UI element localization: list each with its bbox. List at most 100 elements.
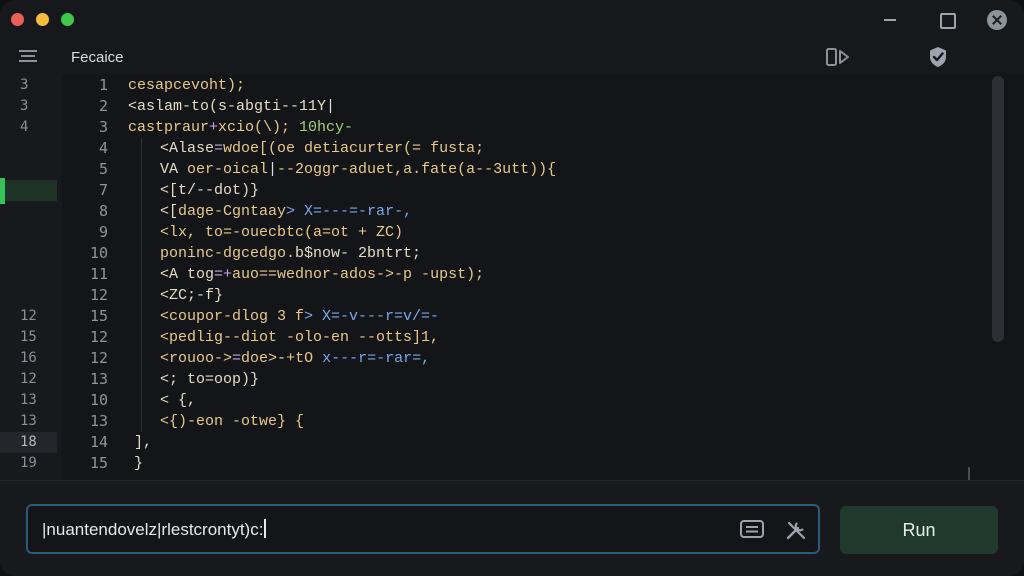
code-token: <ZC;-f} [160, 287, 224, 304]
gutter-marker[interactable]: 13 [0, 411, 57, 432]
gutter-marker[interactable]: 19 [0, 453, 57, 474]
line-number: 11 [89, 265, 108, 283]
code-line[interactable]: <lx, to=-ouecbtc(a=ot + ZC) [160, 222, 403, 243]
tools-icon[interactable] [785, 519, 807, 541]
code-token: = [232, 350, 242, 367]
gutter-marker[interactable]: 4 [0, 117, 57, 138]
gutter-marker[interactable]: 18 [0, 432, 57, 453]
document-icon[interactable] [740, 520, 764, 538]
code-token: poninc-dgcedgo. [160, 245, 296, 262]
close-window-button[interactable] [11, 13, 24, 26]
code-token: <lx, to=-ouecbtc(a=ot + ZC) [160, 224, 404, 241]
gutter-marker[interactable] [0, 285, 57, 306]
code-token: | [268, 161, 278, 178]
code-line[interactable]: < {, [160, 390, 196, 411]
code-token: <coupor-dlog 3 f [160, 308, 305, 325]
code-token: <rouoo-> [160, 350, 233, 367]
line-number: 13 [89, 370, 108, 388]
minimize-icon[interactable] [880, 10, 900, 30]
code-line[interactable]: } [134, 453, 143, 474]
code-line[interactable]: castpraur+xcio(\); 10hcy- [128, 117, 353, 138]
line-number: 7 [98, 181, 108, 199]
code-line[interactable]: poninc-dgcedgo.b$now- 2bntrt; [160, 243, 421, 264]
code-token: = [214, 140, 224, 157]
code-line[interactable]: cesapcevoht); [128, 75, 245, 96]
line-number: 2 [98, 97, 108, 115]
gutter-marker[interactable] [0, 222, 57, 243]
split-view-icon[interactable] [826, 47, 850, 67]
scrollbar-thumb[interactable] [992, 76, 1004, 342]
code-token: <[t/--dot)} [160, 182, 260, 199]
minimize-window-button[interactable] [36, 13, 49, 26]
code-token: oer-oical [187, 161, 269, 178]
line-number: 9 [98, 223, 108, 241]
gutter-marker[interactable] [0, 138, 57, 159]
code-token: <A tog [160, 266, 215, 283]
code-token: --2oggr-aduet,a.fate(a--3utt)){ [277, 161, 557, 178]
gutter-marker[interactable] [0, 243, 57, 264]
code-line[interactable]: ], [134, 432, 152, 453]
gutter-marker[interactable]: 13 [0, 390, 57, 411]
editor-window: Fecaice 3 3 4 12 15 16 12 13 13 18 19 1 2 3 4 5 7 8 9 10 11… [0, 0, 1024, 576]
gutter-marker[interactable] [0, 201, 57, 222]
maximize-icon[interactable] [937, 10, 957, 30]
code-token: doe> [241, 350, 278, 367]
gutter-marker[interactable] [0, 180, 57, 201]
line-number: 12 [89, 286, 108, 304]
gutter-marker[interactable]: 16 [0, 348, 57, 369]
code-line[interactable]: <; to=oop)} [160, 369, 259, 390]
menu-icon[interactable] [19, 50, 37, 64]
code-line[interactable]: <ZC;-f} [160, 285, 223, 306]
file-title: Fecaice [71, 49, 124, 66]
run-button[interactable]: Run [840, 506, 998, 554]
code-line[interactable]: <A tog=+auo==wednor-ados->-p -upst); [160, 264, 484, 285]
code-token: b$now- 2bntrt; [295, 245, 422, 262]
text-cursor [264, 519, 267, 538]
line-number: 14 [89, 433, 108, 451]
close-icon[interactable] [987, 10, 1007, 30]
command-input[interactable]: |nuantendovelz|rlestcrontyt)c: [26, 504, 820, 554]
code-line[interactable]: <[dage-Cgntaay> X=---=-rar-, [160, 201, 412, 222]
gutter-marker[interactable]: 3 [0, 96, 57, 117]
code-token: x---r=-rar=, [322, 350, 431, 367]
editor-scrollbar[interactable] [990, 74, 1006, 478]
code-line[interactable]: <aslam-to(s-abgti--11Y| [128, 96, 335, 117]
code-line[interactable]: <Alase=wdoe[(oe detiacurter(= fusta; [160, 138, 484, 159]
code-line[interactable]: <rouoo->=doe>-+tO x---r=-rar=, [160, 348, 430, 369]
code-token: } [134, 455, 144, 472]
toolbar: Fecaice [0, 40, 1024, 74]
code-token: > X=-v---r=v/=- [304, 308, 440, 325]
gutter-marker[interactable]: 15 [0, 327, 57, 348]
gutter-marker[interactable]: 3 [0, 75, 57, 96]
code-token: < {, [160, 392, 197, 409]
code-token: + [209, 119, 219, 136]
indent-guide [141, 138, 142, 432]
line-number: 15 [89, 307, 108, 325]
code-token: dage-Cgntaay [178, 203, 287, 220]
code-editor[interactable]: 3 3 4 12 15 16 12 13 13 18 19 1 2 3 4 5 7 8 9 10 11 12 15 12 12… [0, 74, 1024, 480]
gutter-marker[interactable] [0, 264, 57, 285]
code-token: 10hcy- [299, 119, 354, 136]
line-number: 13 [89, 412, 108, 430]
gutter-marker[interactable] [0, 159, 57, 180]
code-line[interactable]: <pedlig--diot -olo-en --otts]1, [160, 327, 439, 348]
code-line[interactable]: <coupor-dlog 3 f> X=-v---r=v/=- [160, 306, 439, 327]
code-token: cesapcevoht); [128, 77, 246, 94]
code-token: =+ [214, 266, 233, 283]
line-number: 4 [98, 139, 108, 157]
active-line-indicator [0, 178, 5, 204]
ruler-mark [968, 467, 970, 481]
code-token: +tO [286, 350, 323, 367]
code-area[interactable]: cesapcevoht); <aslam-to(s-abgti--11Y| cast… [128, 74, 978, 480]
gutter-marker[interactable]: 12 [0, 306, 57, 327]
code-line[interactable]: VA oer-oical|--2oggr-aduet,a.fate(a--3ut… [160, 159, 556, 180]
code-token: <pedlig--diot -olo-en --otts]1, [160, 329, 440, 346]
code-token: auo==wednor-ados->-p -upst); [232, 266, 485, 283]
code-token: | [326, 98, 336, 115]
gutter-marker[interactable]: 12 [0, 369, 57, 390]
checkmark-shield-icon[interactable] [928, 46, 948, 68]
code-line[interactable]: <[t/--dot)} [160, 180, 259, 201]
zoom-window-button[interactable] [61, 13, 74, 26]
code-line[interactable]: <{)-eon -otwe} { [160, 411, 304, 432]
code-token: xcio(\); [218, 119, 300, 136]
